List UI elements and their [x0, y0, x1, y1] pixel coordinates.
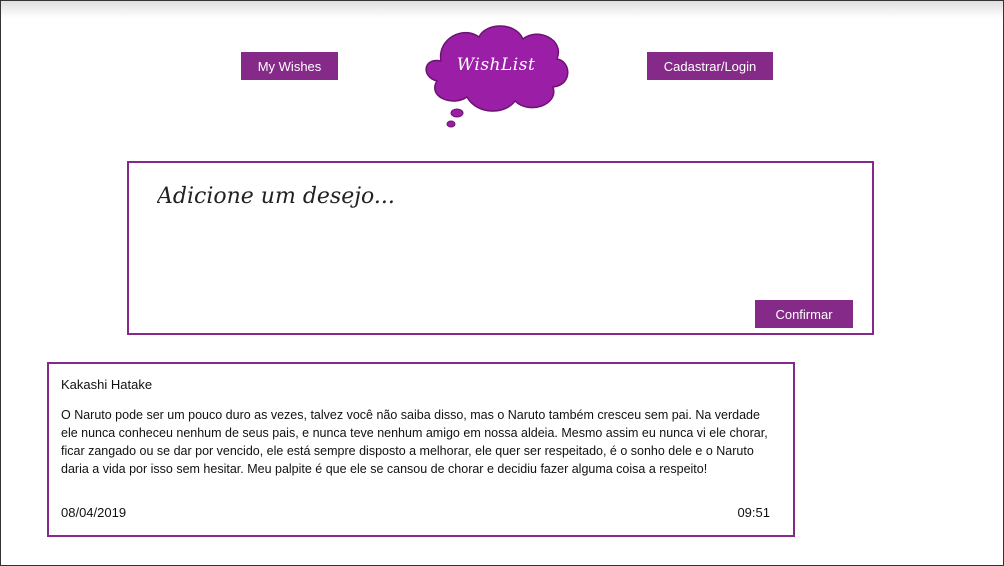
my-wishes-button[interactable]: My Wishes — [241, 52, 338, 80]
post-text: O Naruto pode ser um pouco duro as vezes… — [61, 408, 768, 476]
login-button[interactable]: Cadastrar/Login — [647, 52, 773, 80]
wishlist-logo[interactable]: WishList — [419, 17, 573, 131]
post-author: Kakashi Hatake — [61, 377, 153, 392]
confirm-button[interactable]: Confirmar — [755, 300, 853, 328]
wish-post-card: Kakashi Hatake O Naruto pode ser um pouc… — [47, 362, 795, 537]
post-date: 08/04/2019 — [61, 505, 127, 520]
logo-text: WishList — [456, 55, 536, 75]
wish-composer: Confirmar — [127, 161, 874, 335]
post-time: 09:51 — [737, 505, 770, 520]
wish-input[interactable] — [157, 179, 717, 213]
